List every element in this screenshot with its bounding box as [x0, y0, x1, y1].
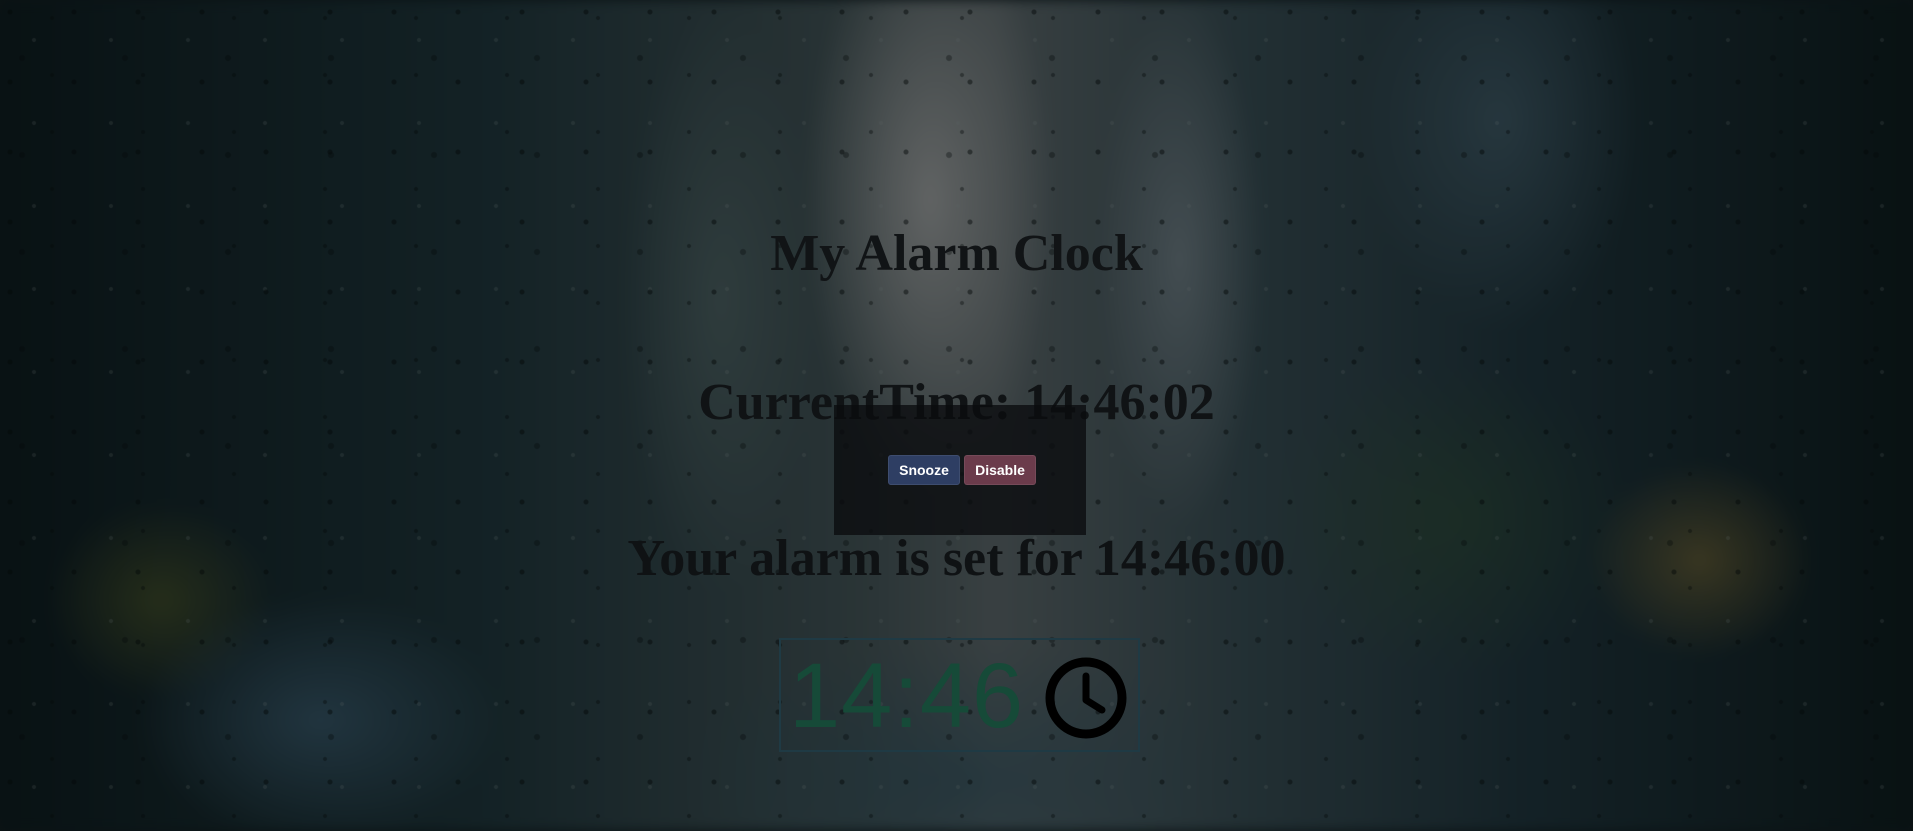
clock-icon	[1045, 657, 1127, 739]
alarm-ringing-modal: Snooze Disable	[834, 405, 1086, 535]
page-title: My Alarm Clock	[770, 225, 1143, 282]
snooze-button[interactable]: Snooze	[888, 455, 960, 485]
digital-clock-widget: 14:46	[779, 638, 1140, 752]
digital-clock-time: 14:46	[789, 645, 1025, 747]
alarm-set-heading: Your alarm is set for 14:46:00	[627, 530, 1286, 587]
app-page: My Alarm Clock CurrentTime: 14:46:02 You…	[0, 0, 1913, 831]
disable-button[interactable]: Disable	[964, 455, 1036, 485]
